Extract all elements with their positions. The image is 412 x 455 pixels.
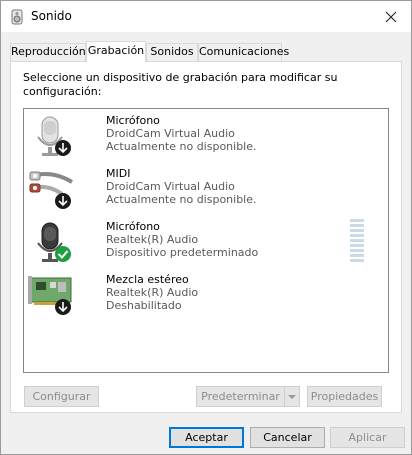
chevron-down-icon xyxy=(288,395,296,399)
properties-button[interactable]: Propiedades xyxy=(307,386,382,407)
tab-sonidos[interactable]: Sonidos xyxy=(146,43,198,61)
accept-button[interactable]: Aceptar xyxy=(169,427,244,448)
device-name: MIDI xyxy=(106,167,131,180)
apply-button[interactable]: Aplicar xyxy=(330,427,405,448)
device-driver: Realtek(R) Audio xyxy=(106,233,199,246)
recording-panel: Seleccione un dispositivo de grabación p… xyxy=(10,61,402,413)
set-default-button[interactable]: Predeterminar xyxy=(196,386,285,407)
list-item[interactable]: Micrófono DroidCam Virtual Audio Actualm… xyxy=(24,111,388,163)
instruction-text: Seleccione un dispositivo de grabación p… xyxy=(23,71,338,98)
speaker-icon xyxy=(10,9,24,25)
cancel-button[interactable]: Cancelar xyxy=(250,427,325,448)
device-status: Dispositivo predeterminado xyxy=(106,246,259,259)
sound-dialog: Sonido Reproducción Grabación Sonidos Co… xyxy=(0,0,412,455)
device-driver: Realtek(R) Audio xyxy=(106,286,199,299)
device-status: Actualmente no disponible. xyxy=(106,140,257,153)
tab-reproduccion[interactable]: Reproducción xyxy=(10,43,86,61)
device-name: Micrófono xyxy=(106,114,160,127)
window-title: Sonido xyxy=(31,9,72,23)
close-icon xyxy=(385,11,397,22)
device-status: Deshabilitado xyxy=(106,299,182,312)
device-name: Mezcla estéreo xyxy=(106,273,189,286)
down-arrow-icon xyxy=(55,299,71,315)
configure-button[interactable]: Configurar xyxy=(24,386,99,407)
list-item[interactable]: Micrófono Realtek(R) Audio Dispositivo p… xyxy=(24,217,388,269)
set-default-dropdown[interactable] xyxy=(284,386,300,407)
tab-grabacion[interactable]: Grabación xyxy=(86,41,146,62)
down-arrow-icon xyxy=(55,140,71,156)
title-bar: Sonido xyxy=(1,1,411,32)
level-meter xyxy=(350,219,364,263)
default-check-icon xyxy=(55,246,71,262)
device-list[interactable]: Micrófono DroidCam Virtual Audio Actualm… xyxy=(23,108,389,373)
device-name: Micrófono xyxy=(106,220,160,233)
tab-comunicaciones[interactable]: Comunicaciones xyxy=(198,43,289,61)
list-item[interactable]: MIDI DroidCam Virtual Audio Actualmente … xyxy=(24,164,388,216)
device-driver: DroidCam Virtual Audio xyxy=(106,127,235,140)
list-item[interactable]: Mezcla estéreo Realtek(R) Audio Deshabil… xyxy=(24,270,388,322)
down-arrow-icon xyxy=(55,193,71,209)
close-button[interactable] xyxy=(371,1,411,32)
device-driver: DroidCam Virtual Audio xyxy=(106,180,235,193)
device-status: Actualmente no disponible. xyxy=(106,193,257,206)
